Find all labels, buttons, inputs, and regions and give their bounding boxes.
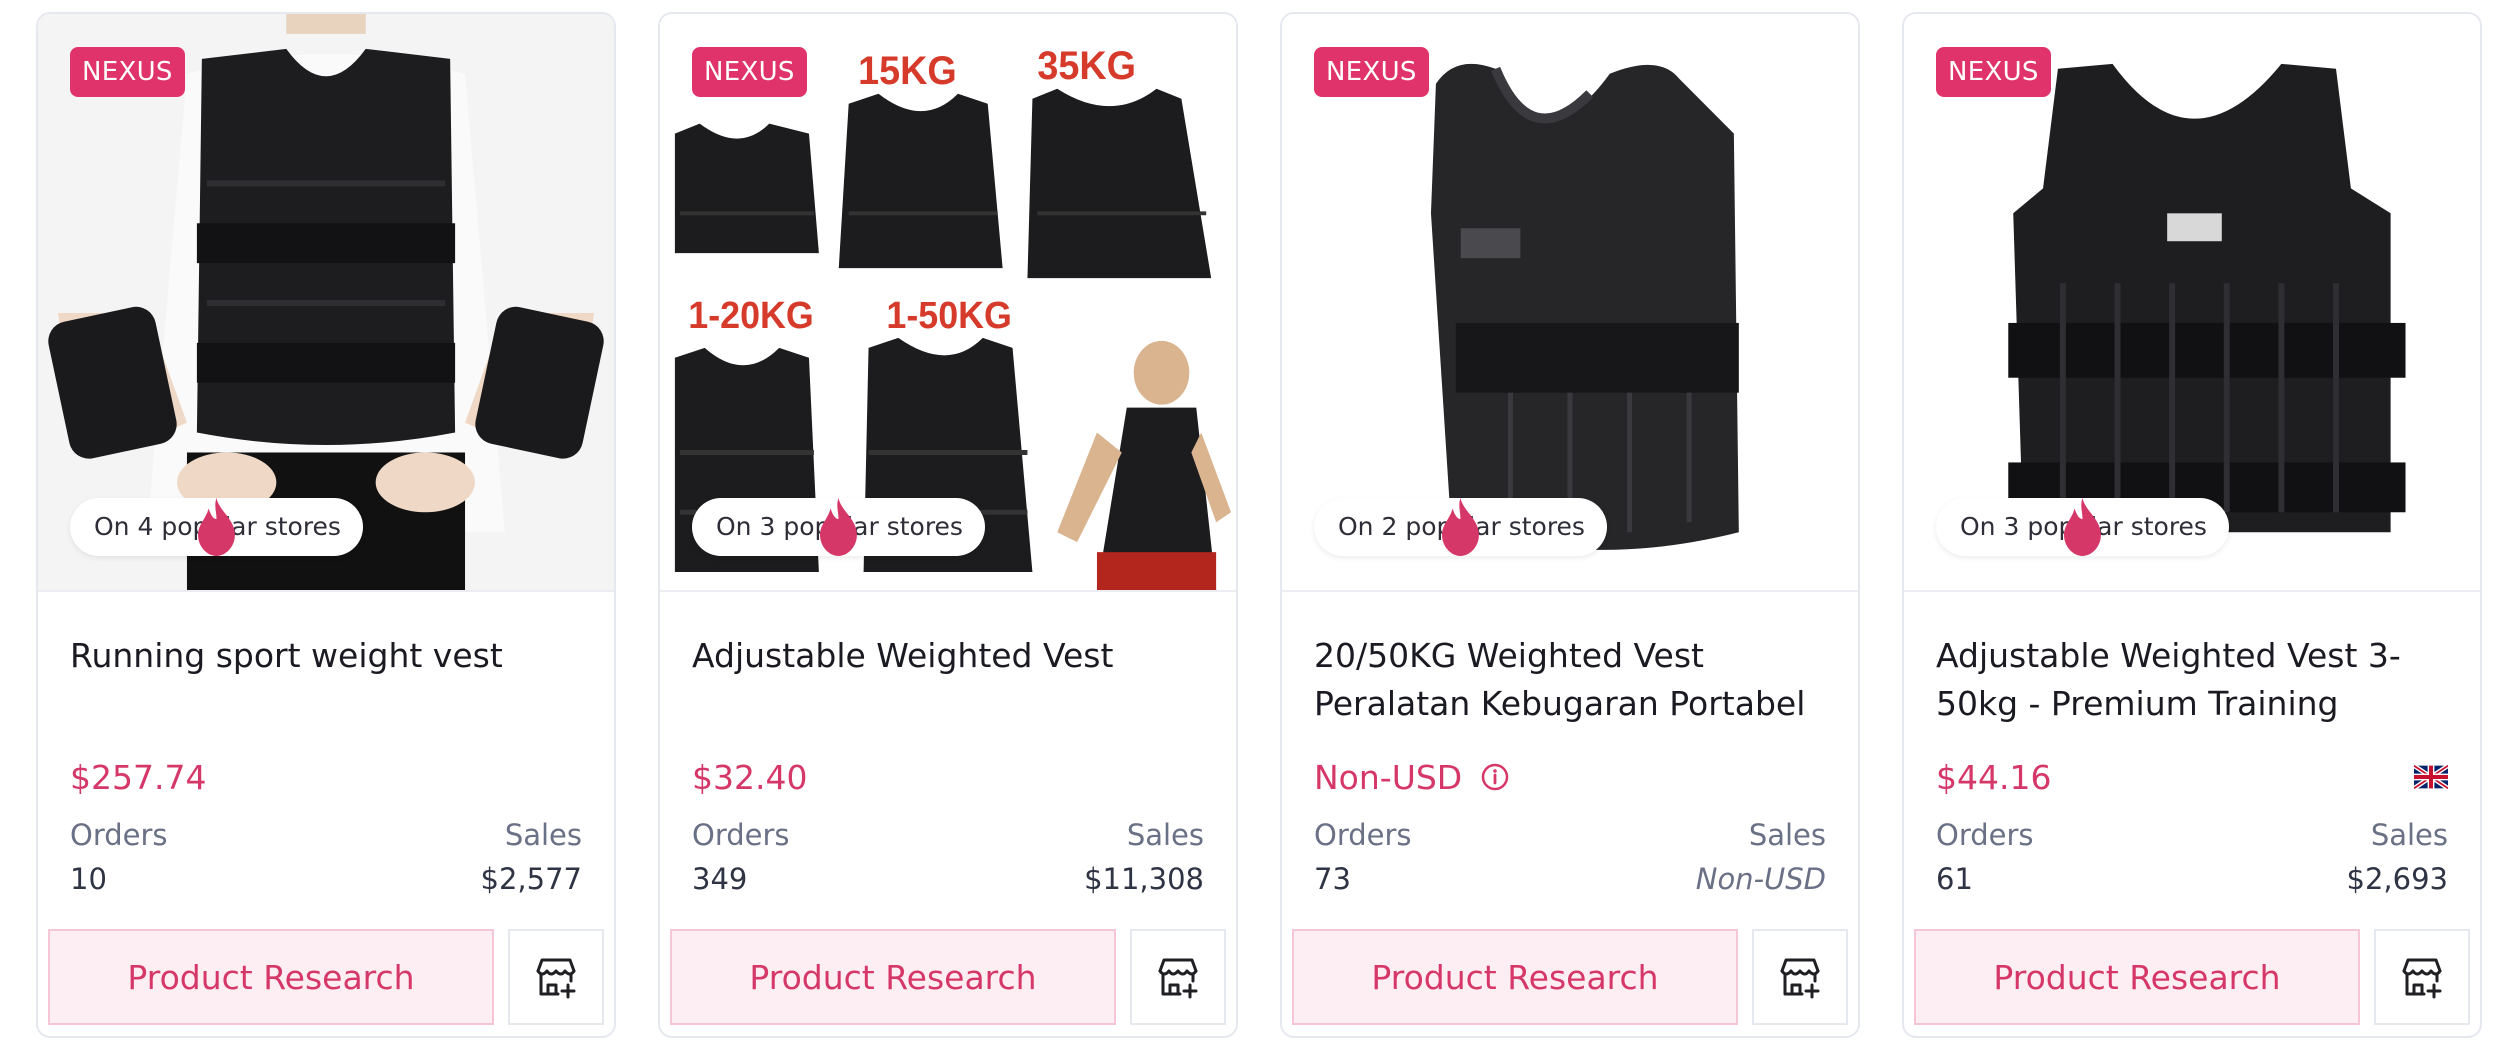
- product-image[interactable]: 15KG 35KG 1-20KG 1-50KG NEXUS On 3 popul…: [660, 14, 1236, 592]
- popular-stores-badge[interactable]: On 2 popular stores: [1314, 498, 1607, 556]
- price-row: $32.40: [692, 752, 1204, 802]
- image-label: 15KG: [858, 49, 957, 93]
- add-store-icon: [2402, 958, 2442, 999]
- add-to-store-button[interactable]: [1752, 929, 1848, 1025]
- info-icon[interactable]: [1480, 762, 1510, 792]
- image-label: 1-50KG: [886, 294, 1011, 336]
- flame-icon: [198, 498, 235, 556]
- product-price: $257.74: [70, 757, 207, 797]
- image-label: 1-20KG: [688, 294, 813, 336]
- flame-icon: [820, 498, 857, 556]
- price-row: $44.16: [1936, 752, 2448, 802]
- stats-row: Orders 10 Sales $2,577: [70, 814, 582, 902]
- add-to-store-button[interactable]: [1130, 929, 1226, 1025]
- popular-stores-badge[interactable]: On 4 popular stores: [70, 498, 363, 556]
- brand-badge: NEXUS: [70, 47, 185, 97]
- uk-flag-icon: [2414, 765, 2448, 789]
- price-row: $257.74: [70, 752, 582, 802]
- product-research-button[interactable]: Product Research: [670, 929, 1116, 1025]
- sales-value: Non-USD: [1695, 862, 1826, 896]
- orders-label: Orders: [1936, 818, 2034, 852]
- orders-value: 61: [1936, 862, 1973, 896]
- product-title[interactable]: Running sport weight vest: [70, 632, 584, 728]
- product-research-button[interactable]: Product Research: [48, 929, 494, 1025]
- price-row: Non-USD: [1314, 752, 1826, 802]
- orders-value: 349: [692, 862, 748, 896]
- product-card[interactable]: NEXUS On 4 popular stores Running sport …: [36, 12, 616, 1038]
- product-grid: NEXUS On 4 popular stores Running sport …: [0, 0, 2512, 1050]
- sales-value: $11,308: [1084, 862, 1204, 896]
- add-to-store-button[interactable]: [508, 929, 604, 1025]
- popular-stores-badge[interactable]: On 3 popular stores: [692, 498, 985, 556]
- sales-label: Sales: [1748, 818, 1826, 852]
- brand-badge: NEXUS: [692, 47, 807, 97]
- sales-label: Sales: [504, 818, 582, 852]
- add-to-store-button[interactable]: [2374, 929, 2470, 1025]
- brand-badge: NEXUS: [1314, 47, 1429, 97]
- stats-row: Orders 61 Sales $2,693: [1936, 814, 2448, 902]
- orders-label: Orders: [692, 818, 790, 852]
- product-price: Non-USD: [1314, 757, 1463, 797]
- sales-label: Sales: [2370, 818, 2448, 852]
- product-research-button[interactable]: Product Research: [1292, 929, 1738, 1025]
- brand-badge: NEXUS: [1936, 47, 2051, 97]
- add-store-icon: [1158, 958, 1198, 999]
- product-image[interactable]: NEXUS On 2 popular stores: [1282, 14, 1858, 592]
- stats-row: Orders 73 Sales Non-USD: [1314, 814, 1826, 902]
- flame-icon: [2064, 498, 2101, 556]
- stats-row: Orders 349 Sales $11,308: [692, 814, 1204, 902]
- product-title[interactable]: 20/50KG Weighted Vest Peralatan Kebugara…: [1314, 632, 1828, 728]
- product-card[interactable]: NEXUS On 3 popular stores Adjustable Wei…: [1902, 12, 2482, 1038]
- popular-stores-badge[interactable]: On 3 popular stores: [1936, 498, 2229, 556]
- product-card[interactable]: 15KG 35KG 1-20KG 1-50KG NEXUS On 3 popul…: [658, 12, 1238, 1038]
- orders-value: 10: [70, 862, 107, 896]
- flame-icon: [1442, 498, 1479, 556]
- product-image[interactable]: NEXUS On 4 popular stores: [38, 14, 614, 592]
- add-store-icon: [536, 958, 576, 999]
- product-price: $32.40: [692, 757, 808, 797]
- sales-label: Sales: [1126, 818, 1204, 852]
- orders-label: Orders: [70, 818, 168, 852]
- image-label: 35KG: [1037, 44, 1136, 88]
- product-research-button[interactable]: Product Research: [1914, 929, 2360, 1025]
- product-image[interactable]: NEXUS On 3 popular stores: [1904, 14, 2480, 592]
- product-price: $44.16: [1936, 757, 2052, 797]
- sales-value: $2,577: [480, 862, 582, 896]
- orders-label: Orders: [1314, 818, 1412, 852]
- product-title[interactable]: Adjustable Weighted Vest: [692, 632, 1206, 728]
- add-store-icon: [1780, 958, 1820, 999]
- sales-value: $2,693: [2346, 862, 2448, 896]
- product-card[interactable]: NEXUS On 2 popular stores 20/50KG Weight…: [1280, 12, 1860, 1038]
- product-title[interactable]: Adjustable Weighted Vest 3-50kg - Premiu…: [1936, 632, 2450, 728]
- orders-value: 73: [1314, 862, 1351, 896]
